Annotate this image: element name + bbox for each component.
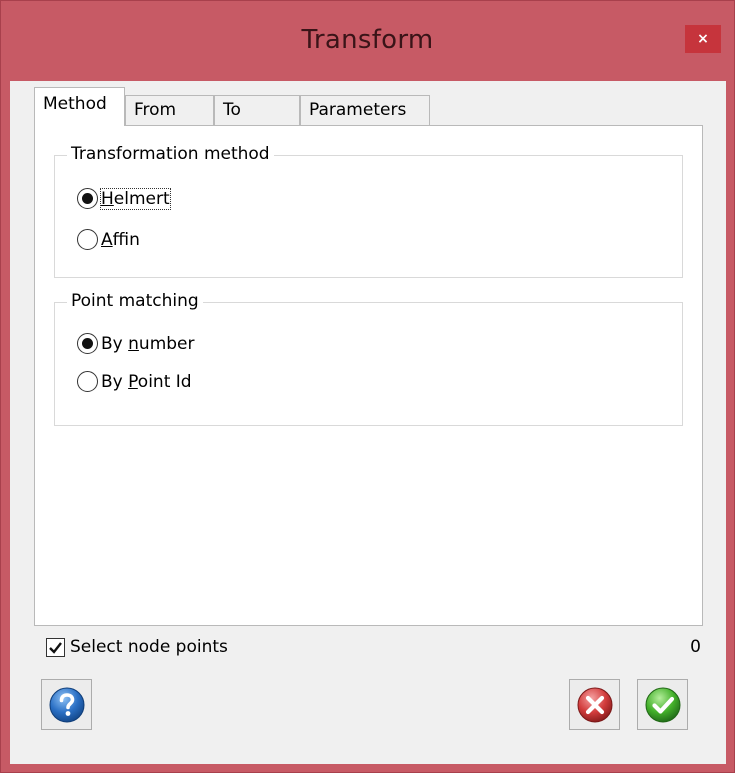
tab-to[interactable]: To [214,95,300,125]
checkmark-icon [49,642,62,654]
transformation-method-legend: Transformation method [67,144,274,164]
tab-to-label: To [223,100,241,120]
point-matching-legend: Point matching [67,291,203,311]
radio-affin-indicator[interactable] [77,229,98,250]
radio-affin-label: Affin [101,229,140,250]
radio-helmert-label: Helmert [100,187,171,210]
title-bar[interactable]: Transform × [1,1,734,81]
method-tab-panel: Transformation method Helmert Affin Poin… [34,125,703,626]
radio-helmert-indicator[interactable] [77,188,98,209]
help-icon [49,687,84,722]
tab-parameters-label: Parameters [309,100,407,120]
radio-by-number-indicator[interactable] [77,333,98,354]
radio-helmert[interactable]: Helmert [77,187,171,210]
tab-method[interactable]: Method [34,87,125,126]
dialog-client-area: Method From To Parameters Transformation… [10,81,726,764]
help-button[interactable] [41,679,92,730]
radio-by-point-id-indicator[interactable] [77,371,98,392]
transformation-method-group: Transformation method Helmert Affin [54,144,683,278]
point-matching-group: Point matching By number By Point Id [54,291,683,426]
transform-dialog: Transform × Method From To Parameters Tr… [0,0,735,773]
tab-parameters[interactable]: Parameters [300,95,430,125]
footer-row: Select node points 0 [34,637,703,664]
select-node-points-checkbox[interactable] [46,638,65,657]
select-node-points-label[interactable]: Select node points [70,637,228,657]
tab-from-label: From [134,100,177,120]
radio-by-point-id[interactable]: By Point Id [77,371,192,392]
radio-affin[interactable]: Affin [77,229,140,250]
tab-from[interactable]: From [125,95,214,125]
cancel-button[interactable] [569,679,620,730]
close-button[interactable]: × [685,25,721,53]
radio-by-point-id-label: By Point Id [101,371,192,392]
node-points-count: 0 [690,637,701,657]
close-icon: × [697,31,709,47]
window-title: Transform [301,25,434,55]
ok-button[interactable] [637,679,688,730]
radio-by-number-label: By number [101,333,195,354]
ok-icon [645,687,680,722]
tab-method-label: Method [43,94,107,114]
radio-by-number[interactable]: By number [77,333,195,354]
cancel-icon [577,687,612,722]
